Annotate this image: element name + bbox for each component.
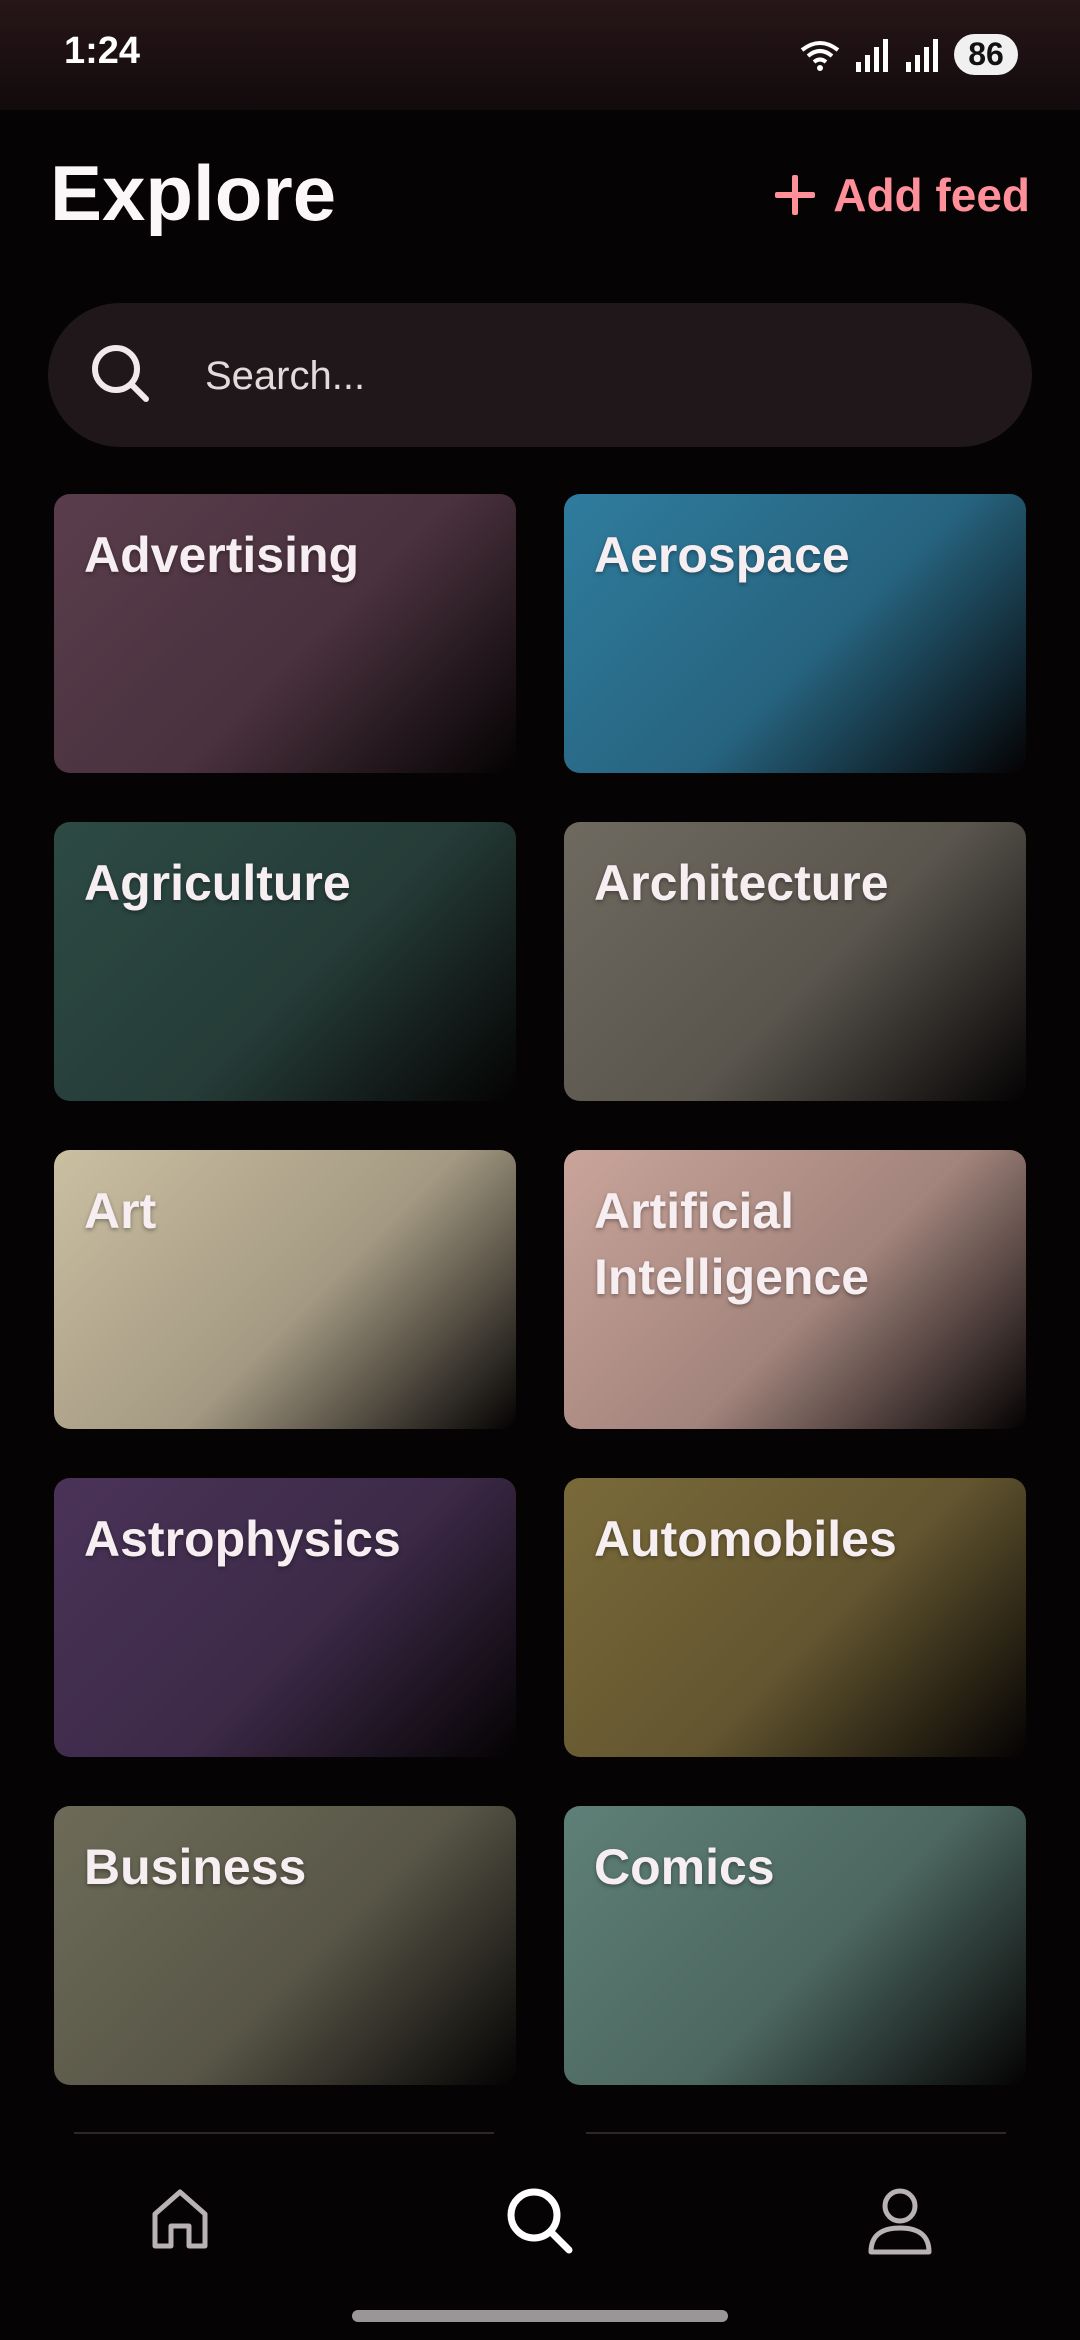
- home-indicator: [352, 2310, 728, 2322]
- search-input[interactable]: [203, 345, 987, 407]
- signal-icon: [856, 38, 888, 72]
- search-icon: [507, 2188, 573, 2254]
- category-label: Astrophysics: [84, 1511, 401, 1567]
- category-card[interactable]: Automobiles: [564, 1478, 1026, 1757]
- search-bar[interactable]: [48, 303, 1032, 447]
- category-card[interactable]: Aerospace: [564, 494, 1026, 773]
- category-card[interactable]: Agriculture: [54, 822, 516, 1101]
- category-label: Business: [84, 1839, 307, 1895]
- category-card[interactable]: Comics: [564, 1806, 1026, 2085]
- plus-icon: [775, 175, 816, 215]
- search-icon: [92, 345, 149, 402]
- category-label: Architecture: [594, 855, 889, 911]
- category-card[interactable]: Advertising: [54, 494, 516, 773]
- category-card[interactable]: Astrophysics: [54, 1478, 516, 1757]
- add-feed-button[interactable]: Add feed: [773, 168, 1030, 222]
- category-card[interactable]: Art: [54, 1150, 516, 1429]
- category-label: Artificial Intelligence: [594, 1183, 870, 1305]
- status-bar: 1:24 86: [0, 0, 1080, 110]
- page-title: Explore: [50, 149, 337, 237]
- wifi-icon: [800, 40, 840, 71]
- add-feed-label: Add feed: [833, 169, 1030, 221]
- category-card[interactable]: Business: [54, 1806, 516, 2085]
- category-label: Art: [84, 1183, 157, 1239]
- category-label: Aerospace: [594, 527, 850, 583]
- nav-profile[interactable]: [840, 2184, 960, 2294]
- signal-icon: [906, 38, 938, 72]
- header: Explore Add feed: [0, 130, 1080, 260]
- category-label: Comics: [594, 1839, 775, 1895]
- profile-icon: [868, 2188, 932, 2255]
- category-card[interactable]: Architecture: [564, 822, 1026, 1101]
- nav-home[interactable]: [120, 2184, 240, 2294]
- nav-search[interactable]: [480, 2184, 600, 2294]
- category-label: Advertising: [84, 527, 360, 583]
- status-time: 1:24: [64, 30, 141, 72]
- category-card[interactable]: Artificial Intelligence: [564, 1150, 1026, 1429]
- category-grid: Advertising Aerospace Agriculture Architect…: [54, 494, 1026, 2085]
- status-icons: 86: [800, 34, 1018, 75]
- category-label: Agriculture: [84, 855, 351, 911]
- home-icon: [152, 2189, 208, 2249]
- battery-indicator: 86: [954, 34, 1018, 75]
- category-label: Automobiles: [594, 1511, 897, 1567]
